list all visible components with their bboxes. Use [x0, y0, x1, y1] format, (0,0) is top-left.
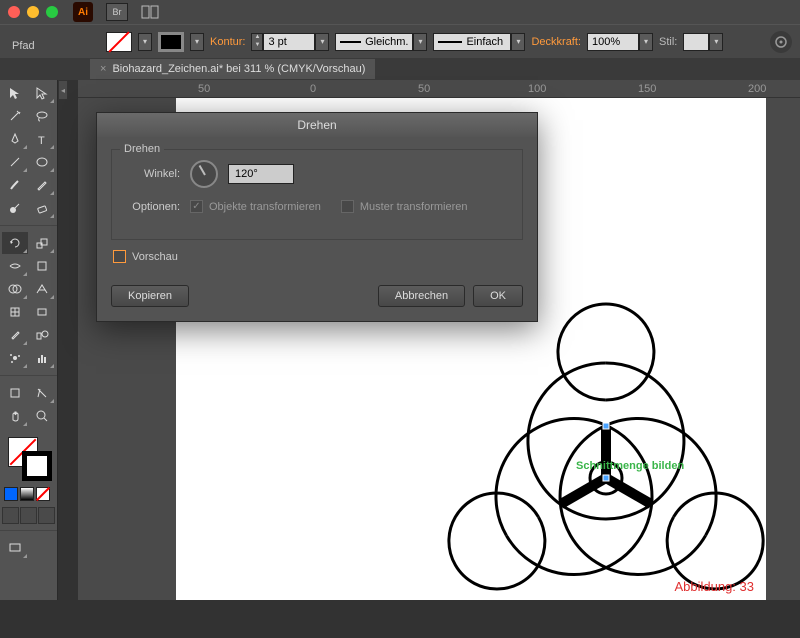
- transform-patterns-checkbox[interactable]: ✓: [341, 200, 354, 213]
- selection-type-label: Pfad: [12, 40, 35, 52]
- free-transform-tool[interactable]: [29, 255, 55, 277]
- transform-patterns-label: Muster transformieren: [360, 201, 468, 213]
- rotate-tool[interactable]: [2, 232, 28, 254]
- direct-selection-tool[interactable]: [29, 82, 55, 104]
- draw-normal-mode[interactable]: [2, 507, 19, 524]
- arrange-documents-icon[interactable]: [139, 3, 161, 21]
- window-titlebar: Ai Br: [0, 0, 800, 24]
- stroke-weight-dropdown[interactable]: ▾: [315, 33, 329, 51]
- window-close-button[interactable]: [8, 6, 20, 18]
- eyedropper-tool[interactable]: [2, 324, 28, 346]
- line-segment-tool[interactable]: [2, 151, 28, 173]
- fill-stroke-indicator[interactable]: [0, 433, 57, 485]
- panel-menu-icon[interactable]: [770, 31, 792, 53]
- variable-width-profile[interactable]: Gleichm.: [335, 33, 413, 51]
- window-maximize-button[interactable]: [46, 6, 58, 18]
- style-dropdown[interactable]: ▾: [709, 33, 723, 51]
- document-tab[interactable]: × Biohazard_Zeichen.ai* bei 311 % (CMYK/…: [90, 59, 375, 79]
- options-label: Optionen:: [124, 201, 180, 213]
- brush-dropdown[interactable]: ▾: [511, 33, 525, 51]
- transform-objects-label: Objekte transformieren: [209, 201, 321, 213]
- selection-tool[interactable]: [2, 82, 28, 104]
- brush-definition[interactable]: Einfach: [433, 33, 511, 51]
- paintbrush-tool[interactable]: [2, 174, 28, 196]
- hand-tool[interactable]: [2, 405, 28, 427]
- preview-checkbox[interactable]: ✓: [113, 250, 126, 263]
- tab-title: Biohazard_Zeichen.ai* bei 311 % (CMYK/Vo…: [112, 63, 365, 75]
- eraser-tool[interactable]: [29, 197, 55, 219]
- opacity-input[interactable]: 100%: [587, 33, 639, 51]
- color-mode-none[interactable]: [36, 487, 50, 501]
- svg-text:T: T: [38, 135, 45, 147]
- column-graph-tool[interactable]: [29, 347, 55, 369]
- horizontal-ruler: 50 0 50 100 150 200: [78, 80, 800, 98]
- stroke-weight-stepper[interactable]: ▲▼: [251, 33, 263, 51]
- fill-swatch[interactable]: [106, 32, 132, 52]
- document-tabbar: × Biohazard_Zeichen.ai* bei 311 % (CMYK/…: [0, 58, 800, 80]
- blob-brush-tool[interactable]: [2, 197, 28, 219]
- artboard-tool[interactable]: [2, 382, 28, 404]
- stroke-swatch[interactable]: [158, 32, 184, 52]
- lasso-tool[interactable]: [29, 105, 55, 127]
- transform-objects-checkbox[interactable]: ✓: [190, 200, 203, 213]
- tools-panel: T: [0, 80, 58, 600]
- angle-label: Winkel:: [124, 168, 180, 180]
- pathfinder-annotation: Schnittmenge bilden: [576, 460, 684, 472]
- mesh-tool[interactable]: [2, 301, 28, 323]
- opacity-dropdown[interactable]: ▾: [639, 33, 653, 51]
- ellipse-tool[interactable]: [29, 151, 55, 173]
- slice-tool[interactable]: [29, 382, 55, 404]
- stroke-dropdown[interactable]: ▾: [190, 33, 204, 51]
- perspective-grid-tool[interactable]: [29, 278, 55, 300]
- style-label: Stil:: [659, 36, 677, 48]
- stroke-weight-input[interactable]: 3 pt: [263, 33, 315, 51]
- shape-builder-tool[interactable]: [2, 278, 28, 300]
- blend-tool[interactable]: [29, 324, 55, 346]
- fill-dropdown[interactable]: ▾: [138, 33, 152, 51]
- tools-collapse-toggle[interactable]: ◂: [58, 80, 68, 100]
- graphic-style-swatch[interactable]: [683, 33, 709, 51]
- symbol-sprayer-tool[interactable]: [2, 347, 28, 369]
- app-icon: Ai: [73, 2, 93, 22]
- angle-dial[interactable]: [190, 160, 218, 188]
- bridge-button[interactable]: Br: [106, 3, 128, 21]
- stroke-indicator[interactable]: [22, 451, 52, 481]
- width-tool[interactable]: [2, 255, 28, 277]
- preview-label: Vorschau: [132, 251, 178, 263]
- screen-mode[interactable]: [2, 537, 28, 559]
- window-minimize-button[interactable]: [27, 6, 39, 18]
- rotate-dialog: Drehen Drehen Winkel: 120° Optionen: ✓ O…: [96, 112, 538, 322]
- figure-label: Abbildung: 33: [674, 579, 754, 594]
- pencil-tool[interactable]: [29, 174, 55, 196]
- ok-button[interactable]: OK: [473, 285, 523, 307]
- control-bar: ▾ ▾ Kontur: ▲▼ 3 pt ▾ Gleichm. ▾ Einfach…: [0, 24, 800, 58]
- scale-tool[interactable]: [29, 232, 55, 254]
- copy-button[interactable]: Kopieren: [111, 285, 189, 307]
- color-mode-gradient[interactable]: [20, 487, 34, 501]
- angle-input[interactable]: 120°: [228, 164, 294, 184]
- opacity-label: Deckkraft:: [531, 36, 581, 48]
- stroke-label: Kontur:: [210, 36, 245, 48]
- zoom-tool[interactable]: [29, 405, 55, 427]
- tab-close-icon[interactable]: ×: [100, 63, 106, 75]
- pen-tool[interactable]: [2, 128, 28, 150]
- cancel-button[interactable]: Abbrechen: [378, 285, 465, 307]
- draw-behind-mode[interactable]: [20, 507, 37, 524]
- gradient-tool[interactable]: [29, 301, 55, 323]
- color-mode-color[interactable]: [4, 487, 18, 501]
- type-tool[interactable]: T: [29, 128, 55, 150]
- dialog-title: Drehen: [97, 113, 537, 137]
- magic-wand-tool[interactable]: [2, 105, 28, 127]
- profile-dropdown[interactable]: ▾: [413, 33, 427, 51]
- draw-inside-mode[interactable]: [38, 507, 55, 524]
- fieldset-legend: Drehen: [120, 143, 164, 155]
